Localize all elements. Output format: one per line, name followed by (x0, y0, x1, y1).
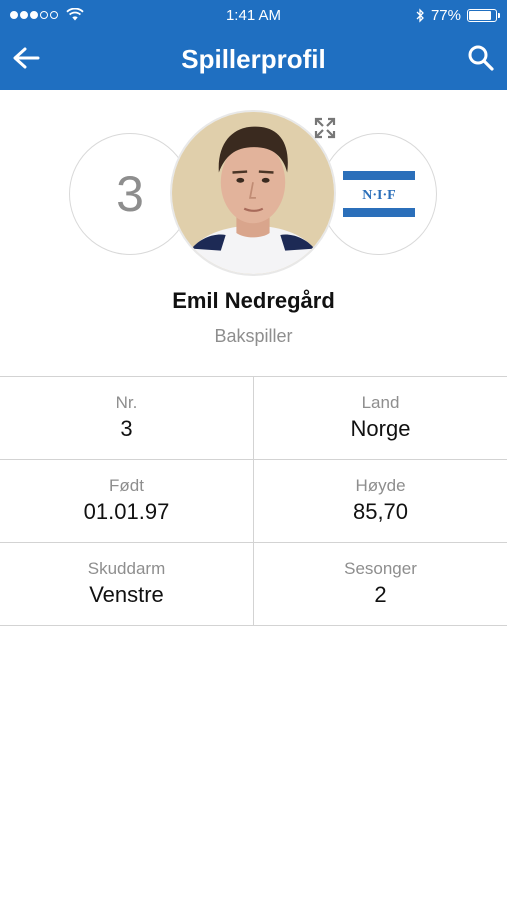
player-photo[interactable] (170, 110, 336, 276)
club-logo-text: N·I·F (362, 188, 395, 203)
stats-row: Skuddarm Venstre Sesonger 2 (0, 543, 507, 626)
search-icon (468, 45, 494, 71)
profile-header: 3 N·I·F Emil Nedregård Bakspiller (0, 90, 507, 375)
status-bar: 1:41 AM 77% (0, 0, 507, 30)
stat-height-cell: Høyde 85,70 (254, 460, 507, 542)
club-logo: N·I·F (342, 171, 415, 217)
battery-tip (498, 13, 500, 18)
page-title: Spillerprofil (181, 44, 326, 74)
stats-grid: Nr. 3 Land Norge Født 01.01.97 Høyde 85,… (0, 376, 507, 626)
battery-fill (469, 11, 491, 20)
player-name: Emil Nedregård (172, 288, 335, 313)
stats-row: Nr. 3 Land Norge (0, 377, 507, 460)
nav-bar: Spillerprofil (0, 30, 507, 90)
battery-icon (467, 9, 500, 22)
stat-label: Nr. (115, 393, 138, 412)
stats-row: Født 01.01.97 Høyde 85,70 (0, 460, 507, 543)
stat-value: Norge (350, 416, 411, 441)
battery-area: 77% (415, 7, 500, 24)
stat-shooting-arm-cell: Skuddarm Venstre (0, 543, 254, 625)
stat-label: Født (109, 476, 144, 495)
stat-label: Skuddarm (87, 559, 166, 578)
stat-value: 85,70 (352, 499, 409, 524)
stat-value: 01.01.97 (83, 499, 170, 524)
stat-seasons-cell: Sesonger 2 (254, 543, 507, 625)
club-badge[interactable]: N·I·F (320, 133, 437, 255)
stat-born-cell: Født 01.01.97 (0, 460, 254, 542)
stat-value: 2 (374, 582, 387, 607)
jersey-number: 3 (116, 166, 144, 222)
stat-value: Venstre (89, 582, 164, 607)
stat-label: Sesonger (344, 559, 417, 578)
player-avatar (172, 112, 334, 274)
expand-icon[interactable] (314, 117, 336, 139)
battery-percent: 77% (430, 7, 461, 24)
search-button[interactable] (463, 40, 499, 76)
stat-label: Land (361, 393, 400, 412)
stat-value: 3 (120, 416, 133, 441)
bluetooth-icon (416, 8, 424, 23)
stat-label: Høyde (355, 476, 406, 495)
stat-number-cell: Nr. 3 (0, 377, 254, 459)
player-position: Bakspiller (214, 326, 293, 346)
stat-country-cell: Land Norge (254, 377, 507, 459)
